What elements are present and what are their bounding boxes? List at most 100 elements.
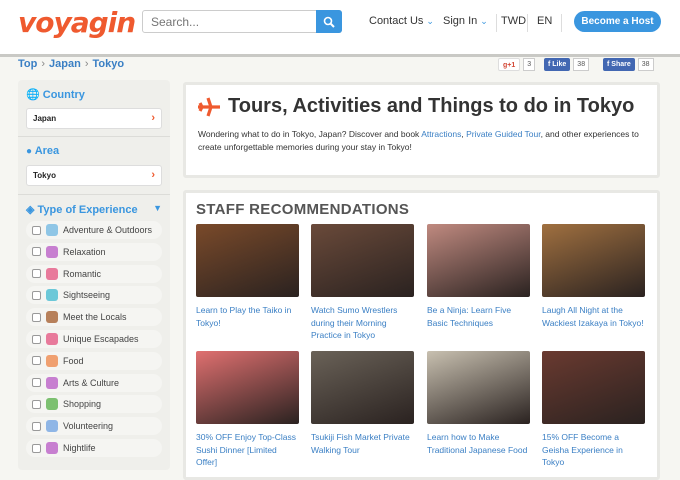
experience-title-link[interactable]: Laugh All Night at the Wackiest Izakaya … (542, 304, 645, 329)
recommendation-card[interactable]: Learn to Play the Taiko in Tokyo! (196, 224, 299, 329)
search-button[interactable] (316, 10, 342, 33)
category-icon (46, 376, 58, 389)
private-guided-tour-link[interactable]: Private Guided Tour (466, 129, 541, 139)
filter-label: Sightseeing (63, 290, 111, 301)
google-plus-widget: g+1 3 (498, 58, 536, 71)
sign-in-label: Sign In (443, 15, 478, 27)
filter-sidebar: 🌐 Country Japan › ● Area Tokyo › ◈ Type of… (18, 80, 170, 470)
contact-us-label: Contact Us (369, 15, 424, 27)
experience-photo[interactable] (427, 351, 530, 424)
country-heading: 🌐 Country (26, 89, 85, 101)
experience-filter-item[interactable]: Nightlife (26, 439, 162, 457)
experience-photo[interactable] (311, 224, 414, 297)
recommendation-card[interactable]: 30% OFF Enjoy Top-Class Sushi Dinner [Li… (196, 351, 299, 469)
experience-filter-item[interactable]: Adventure & Outdoors (26, 221, 162, 239)
sign-in-menu[interactable]: Sign In ⌄ (443, 15, 488, 27)
search-box (142, 10, 342, 33)
country-select[interactable]: Japan › (26, 108, 162, 129)
filter-checkbox[interactable] (32, 290, 41, 300)
filter-checkbox[interactable] (32, 334, 41, 344)
experience-filter-item[interactable]: Relaxation (26, 242, 162, 261)
language-selector[interactable]: EN (537, 15, 552, 27)
share-count: 38 (637, 58, 654, 71)
experience-photo[interactable] (311, 351, 414, 424)
like-count: 38 (573, 58, 590, 71)
breadcrumb-top[interactable]: Top (18, 58, 37, 70)
search-icon (323, 16, 335, 28)
filter-checkbox[interactable] (32, 312, 41, 322)
experience-photo[interactable] (196, 351, 299, 424)
area-select[interactable]: Tokyo › (26, 165, 162, 186)
experience-filter-item[interactable]: Romantic (26, 264, 162, 283)
voyagin-logo[interactable]: voyagin (18, 6, 136, 39)
experience-filter-item[interactable]: Sightseeing (26, 286, 162, 305)
recommendation-card[interactable]: Tsukiji Fish Market Private Walking Tour (311, 351, 414, 456)
intro-description: Wondering what to do in Tokyo, Japan? Di… (198, 129, 639, 152)
experience-filter-item[interactable]: Unique Escapades (26, 330, 162, 348)
filter-checkbox[interactable] (32, 269, 41, 279)
filter-label: Nightlife (63, 443, 96, 453)
filter-checkbox[interactable] (32, 399, 41, 409)
recommendation-card[interactable]: Be a Ninja: Learn Five Basic Techniques (427, 224, 530, 329)
filter-checkbox[interactable] (32, 378, 41, 388)
recommendation-card[interactable]: 15% OFF Become a Geisha Experience in To… (542, 351, 645, 469)
experience-filter-item[interactable]: Meet the Locals (26, 308, 162, 327)
chevron-down-icon: ⌄ (426, 16, 434, 26)
breadcrumb: Top › Japan › Tokyo (18, 58, 125, 70)
category-icon (46, 420, 58, 433)
map-pin-icon: ● (26, 146, 33, 157)
recommendation-card[interactable]: Laugh All Night at the Wackiest Izakaya … (542, 224, 645, 329)
experience-title-link[interactable]: Watch Sumo Wrestlers during their Mornin… (311, 304, 414, 342)
facebook-like-button[interactable]: f Like (544, 58, 571, 71)
filter-checkbox[interactable] (32, 443, 41, 453)
recommendation-card[interactable]: Learn how to Make Traditional Japanese F… (427, 351, 530, 456)
chevron-right-icon: › (151, 112, 155, 124)
experience-photo[interactable] (427, 224, 530, 297)
become-host-button[interactable]: Become a Host (574, 11, 661, 32)
experience-filter-item[interactable]: Food (26, 351, 162, 370)
category-icon (46, 354, 58, 367)
triangle-down-icon: ▼ (153, 203, 162, 213)
divider (18, 194, 170, 195)
experience-photo[interactable] (196, 224, 299, 297)
facebook-share-button[interactable]: f Share (603, 58, 635, 71)
search-input[interactable] (143, 11, 315, 32)
airplane-icon (198, 97, 220, 117)
experience-title-link[interactable]: Learn how to Make Traditional Japanese F… (427, 431, 530, 456)
facebook-share-widget: f Share 38 (603, 58, 654, 71)
filter-checkbox[interactable] (32, 356, 41, 366)
filter-label: Adventure & Outdoors (63, 225, 153, 235)
filter-label: Volunteering (63, 421, 114, 432)
experience-filter-item[interactable]: Volunteering (26, 417, 162, 436)
facebook-like-widget: f Like 38 (544, 58, 590, 71)
experience-photo[interactable] (542, 351, 645, 424)
filter-label: Meet the Locals (63, 312, 127, 323)
experience-title-link[interactable]: Tsukiji Fish Market Private Walking Tour (311, 431, 414, 456)
attractions-link[interactable]: Attractions (421, 129, 461, 139)
filter-checkbox[interactable] (32, 225, 41, 235)
currency-selector[interactable]: TWD (501, 15, 526, 27)
category-icon (46, 289, 58, 302)
breadcrumb-japan[interactable]: Japan (49, 58, 81, 70)
experience-title-link[interactable]: Be a Ninja: Learn Five Basic Techniques (427, 304, 530, 329)
filter-label: Relaxation (63, 246, 106, 257)
experience-filter-item[interactable]: Arts & Culture (26, 373, 162, 392)
experience-title-link[interactable]: Learn to Play the Taiko in Tokyo! (196, 304, 299, 329)
category-icon (46, 333, 58, 345)
experience-title-link[interactable]: 30% OFF Enjoy Top-Class Sushi Dinner [Li… (196, 431, 299, 469)
chevron-down-icon: ⌄ (480, 16, 488, 26)
breadcrumb-tokyo[interactable]: Tokyo (92, 58, 124, 70)
staff-recommendations-panel: STAFF RECOMMENDATIONS Learn to Play the … (183, 190, 660, 480)
experience-photo[interactable] (542, 224, 645, 297)
contact-us-menu[interactable]: Contact Us ⌄ (369, 15, 434, 27)
recommendation-card[interactable]: Watch Sumo Wrestlers during their Mornin… (311, 224, 414, 342)
experience-filter-item[interactable]: Shopping (26, 395, 162, 414)
type-heading[interactable]: ◈ Type of Experience ▼ (26, 203, 162, 216)
category-icon (46, 311, 58, 324)
filter-checkbox[interactable] (32, 247, 41, 257)
filter-checkbox[interactable] (32, 421, 41, 431)
divider (527, 14, 528, 32)
experience-title-link[interactable]: 15% OFF Become a Geisha Experience in To… (542, 431, 645, 469)
tag-icon: ◈ (26, 204, 35, 216)
google-plus-button[interactable]: g+1 (498, 58, 521, 71)
